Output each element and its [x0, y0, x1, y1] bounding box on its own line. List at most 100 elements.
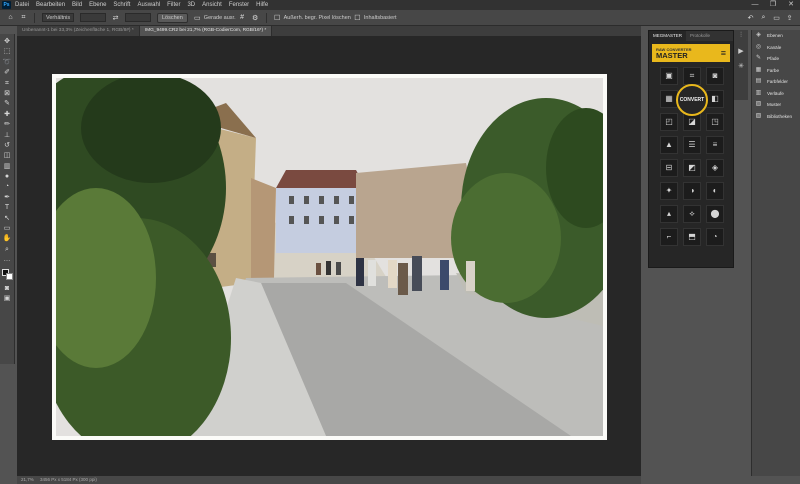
panel-item-swatches[interactable]: ▤ Farbfelder [752, 76, 800, 88]
close-button[interactable]: ✕ [782, 0, 800, 10]
plugin-button[interactable]: ◈ [706, 159, 724, 177]
menu-item-ebene[interactable]: Ebene [89, 2, 106, 8]
straighten-label[interactable]: Gerade ausr. [204, 15, 236, 21]
screen-mode-icon[interactable]: ▣ [2, 294, 13, 303]
plugin-button[interactable]: ◐ [706, 182, 724, 200]
move-tool-icon[interactable]: ✥ [2, 37, 13, 46]
history-brush-icon[interactable]: ↺ [2, 141, 13, 150]
tab-plugin[interactable]: MEGMASTER [649, 31, 687, 41]
panel-item-color[interactable]: ▦ Farbe [752, 65, 800, 77]
menu-item-ansicht[interactable]: Ansicht [202, 2, 222, 8]
menu-item-3d[interactable]: 3D [187, 2, 195, 8]
color-swatches[interactable] [1, 268, 13, 280]
tab-document-2[interactable]: IMG_9499.CR2 bei 21,7% (RGB-CodierCom, R… [139, 26, 273, 36]
pen-tool-icon[interactable]: ✒ [2, 193, 13, 202]
home-icon[interactable]: ⌂ [6, 13, 15, 22]
plugin-button[interactable]: ▣ [660, 67, 678, 85]
plugin-button[interactable]: ◙ [706, 67, 724, 85]
lasso-tool-icon[interactable]: ➰ [2, 58, 13, 67]
plugin-button[interactable]: ⬤ [706, 205, 724, 223]
menu-item-datei[interactable]: Datei [15, 2, 29, 8]
panel-item-gradients[interactable]: ▥ Verläufe [752, 88, 800, 100]
eyedropper-icon[interactable]: ✎ [2, 99, 13, 108]
menu-item-bearbeiten[interactable]: Bearbeiten [36, 2, 65, 8]
ratio-select[interactable]: Verhältnis [42, 13, 74, 22]
eraser-tool-icon[interactable]: ◫ [2, 151, 13, 160]
hamburger-menu-icon[interactable]: ≡ [721, 48, 726, 58]
play-icon[interactable]: ▶ [738, 47, 743, 55]
plugin-button[interactable]: ◰ [660, 113, 678, 131]
crop-tool-icon[interactable]: ⌗ [2, 79, 13, 88]
plugin-button[interactable]: ≡ [706, 136, 724, 154]
type-tool-icon[interactable]: T [2, 203, 13, 212]
plugin-button[interactable]: ▲ [660, 136, 678, 154]
clear-button[interactable]: Löschen [157, 12, 188, 23]
quick-mask-icon[interactable]: ◙ [2, 284, 13, 293]
plugin-button[interactable]: ☰ [683, 136, 701, 154]
checkbox[interactable]: ☐ [353, 13, 362, 22]
plugin-button[interactable]: ⊟ [660, 159, 678, 177]
grid-overlay-icon[interactable]: # [238, 13, 247, 22]
menu-item-auswahl[interactable]: Auswahl [137, 2, 160, 8]
width-input[interactable] [80, 13, 106, 22]
height-input[interactable] [125, 13, 151, 22]
plugin-button[interactable]: ✦ [660, 182, 678, 200]
zoom-level[interactable]: 21,7% [21, 477, 34, 482]
quick-select-icon[interactable]: ✐ [2, 68, 13, 77]
gradient-tool-icon[interactable]: ▥ [2, 162, 13, 171]
tab-history[interactable]: Protokolle [686, 31, 714, 41]
panel-item-libraries[interactable]: ▧ Bibliotheken [752, 111, 800, 123]
plugin-button[interactable]: ◩ [683, 159, 701, 177]
shape-tool-icon[interactable]: ▭ [2, 224, 13, 233]
maximize-button[interactable]: ❐ [764, 0, 782, 10]
settings-icon[interactable]: ⚙ [251, 13, 260, 22]
minimize-button[interactable]: — [746, 0, 764, 10]
plugin-button[interactable]: ◔ [706, 228, 724, 246]
plugin-button[interactable]: ◑ [683, 182, 701, 200]
undo-icon[interactable]: ↶ [746, 13, 755, 22]
plugin-button[interactable]: ◧ [706, 90, 724, 108]
layers-icon: ◈ [756, 32, 761, 39]
tab-document-1[interactable]: Unbenannt-1 bei 33,3% (Zeichenfläche 1, … [17, 26, 140, 36]
share-icon[interactable]: ⇪ [785, 13, 794, 22]
workspace-icon[interactable]: ▭ [772, 13, 781, 22]
straighten-icon[interactable]: ▭ [193, 13, 202, 22]
swap-icon[interactable]: ⇄ [111, 13, 120, 22]
plugin-button[interactable]: ▴ [660, 205, 678, 223]
plugin-button[interactable]: ⟡ [683, 205, 701, 223]
document-canvas[interactable] [52, 74, 607, 440]
panel-item-paths[interactable]: ✎ Pfade [752, 53, 800, 65]
stamp-tool-icon[interactable]: ⊥ [2, 131, 13, 140]
canvas-area[interactable] [17, 36, 641, 476]
plugin-button[interactable]: ⌗ [683, 67, 701, 85]
dodge-tool-icon[interactable]: ◔ [2, 182, 13, 191]
search-icon[interactable]: ⌕ [759, 13, 768, 22]
panel-item-channels[interactable]: ◎ Kanäle [752, 42, 800, 54]
blur-tool-icon[interactable]: ● [2, 172, 13, 181]
menu-item-hilfe[interactable]: Hilfe [256, 2, 268, 8]
plugin-button[interactable]: ⬒ [683, 228, 701, 246]
frame-tool-icon[interactable]: ⊠ [2, 89, 13, 98]
convert-button[interactable]: CONVERT [676, 84, 708, 116]
gear-icon[interactable]: ✳ [738, 62, 744, 70]
checkbox[interactable]: ☐ [273, 13, 282, 22]
crop-tool-icon[interactable]: ⌗ [19, 13, 28, 22]
tools-panel: ✥ ⬚ ➰ ✐ ⌗ ⊠ ✎ ✚ ✏ ⊥ ↺ ◫ ▥ ● ◔ ✒ T ↖ ▭ ✋ … [0, 34, 15, 364]
plugin-button[interactable]: ◳ [706, 113, 724, 131]
brush-tool-icon[interactable]: ✏ [2, 120, 13, 129]
zoom-tool-icon[interactable]: ⌕ [2, 245, 13, 254]
background-color[interactable] [5, 272, 13, 280]
path-select-icon[interactable]: ↖ [2, 214, 13, 223]
healing-brush-icon[interactable]: ✚ [2, 110, 13, 119]
panel-item-layers[interactable]: ◈ Ebenen [752, 30, 800, 42]
menu-item-filter[interactable]: Filter [167, 2, 180, 8]
panel-item-patterns[interactable]: ▨ Muster [752, 99, 800, 111]
more-tools-icon[interactable]: … [2, 255, 13, 264]
marquee-tool-icon[interactable]: ⬚ [2, 47, 13, 56]
plugin-button[interactable]: ⌐ [660, 228, 678, 246]
menu-item-schrift[interactable]: Schrift [113, 2, 130, 8]
menu-item-fenster[interactable]: Fenster [229, 2, 249, 8]
hand-tool-icon[interactable]: ✋ [2, 234, 13, 243]
menu-item-bild[interactable]: Bild [72, 2, 82, 8]
adjustments-icon[interactable]: ⫶ [740, 32, 742, 40]
